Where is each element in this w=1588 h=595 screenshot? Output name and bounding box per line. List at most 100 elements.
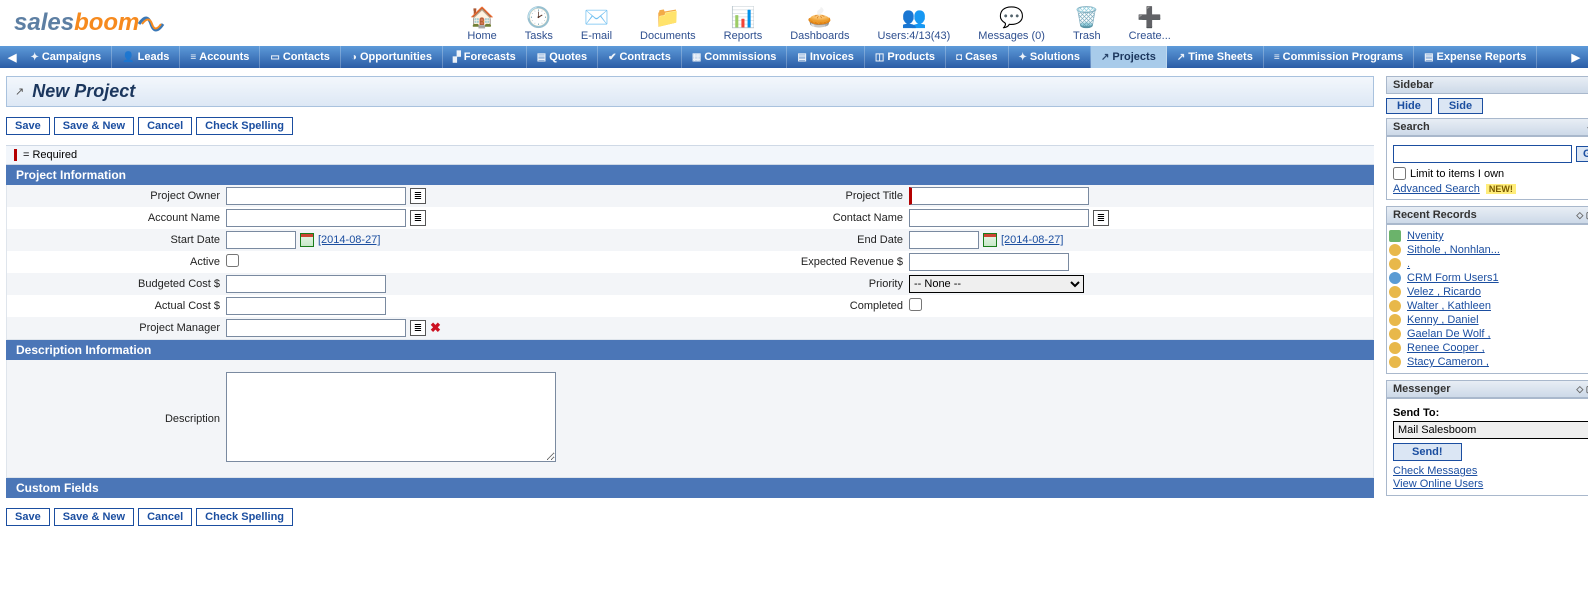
expected-revenue-input[interactable] (909, 253, 1069, 271)
send-button[interactable]: Send! (1393, 443, 1462, 461)
users-icon: 👥 (901, 4, 927, 30)
recent-link[interactable]: Kenny , Daniel (1407, 314, 1479, 326)
products-icon: ◫ (875, 52, 884, 63)
nav-projects[interactable]: ↗Projects (1091, 46, 1167, 68)
check-spelling-button[interactable]: Check Spelling (196, 117, 293, 135)
save-new-button-bottom[interactable]: Save & New (54, 508, 134, 526)
nav-campaigns[interactable]: ✦Campaigns (20, 46, 112, 68)
priority-select[interactable]: -- None -- (909, 275, 1084, 293)
recent-link[interactable]: Velez , Ricardo (1407, 286, 1481, 298)
nav-solutions[interactable]: ✦Solutions (1009, 46, 1092, 68)
check-spelling-button-bottom[interactable]: Check Spelling (196, 508, 293, 526)
recent-link[interactable]: Gaelan De Wolf , (1407, 328, 1491, 340)
save-new-button[interactable]: Save & New (54, 117, 134, 135)
sidebar-tab-side[interactable]: Side (1438, 98, 1483, 114)
recent-link[interactable]: Renee Cooper , (1407, 342, 1485, 354)
nav-opportunities[interactable]: ◑Opportunities (341, 46, 443, 68)
start-date-input[interactable] (226, 231, 296, 249)
contracts-icon: ✔ (608, 52, 616, 63)
tasks-icon: 🕑 (526, 4, 552, 30)
nav-contacts[interactable]: ▭Contacts (260, 46, 341, 68)
page-title-bar: ↗ New Project (6, 76, 1374, 107)
trash-link[interactable]: 🗑️Trash (1073, 4, 1101, 42)
lookup-account-icon[interactable]: ≣ (410, 210, 426, 226)
reports-link[interactable]: 📊Reports (724, 4, 763, 42)
nav-accounts[interactable]: ≡Accounts (180, 46, 260, 68)
search-input[interactable] (1393, 145, 1572, 163)
pie-icon: 🥧 (807, 4, 833, 30)
section-custom-fields: Custom Fields (6, 478, 1374, 498)
project-manager-input[interactable] (226, 319, 406, 337)
messages-label: Messages (0) (978, 30, 1045, 42)
nav-products[interactable]: ◫Products (865, 46, 946, 68)
budgeted-cost-input[interactable] (226, 275, 386, 293)
view-online-users-link[interactable]: View Online Users (1393, 478, 1588, 490)
dashboards-link[interactable]: 🥧Dashboards (790, 4, 849, 42)
nav-expense-reports[interactable]: ▤Expense Reports (1414, 46, 1537, 68)
contact-name-input[interactable] (909, 209, 1089, 227)
forecasts-icon: ▞ (453, 52, 461, 63)
limit-checkbox[interactable] (1393, 167, 1406, 180)
actual-cost-input[interactable] (226, 297, 386, 315)
campaigns-icon: ✦ (30, 52, 38, 63)
nav-timesheets[interactable]: ↗Time Sheets (1167, 46, 1264, 68)
sidebar-recent-controls[interactable]: ◇ ▢ ▢ (1576, 210, 1588, 221)
cancel-button-bottom[interactable]: Cancel (138, 508, 192, 526)
recent-link[interactable]: Sithole , Nonhlan... (1407, 244, 1500, 256)
nav-invoices[interactable]: ▤Invoices (787, 46, 864, 68)
recent-link[interactable]: Nvenity (1407, 230, 1444, 242)
documents-link[interactable]: 📁Documents (640, 4, 696, 42)
nav-leads[interactable]: 👤Leads (112, 46, 180, 68)
cancel-button[interactable]: Cancel (138, 117, 192, 135)
nav-forecasts[interactable]: ▞Forecasts (443, 46, 527, 68)
check-messages-link[interactable]: Check Messages (1393, 465, 1588, 477)
advanced-search-link[interactable]: Advanced Search (1393, 183, 1480, 195)
limit-label: Limit to items I own (1410, 168, 1504, 180)
nav-cases[interactable]: ◘Cases (946, 46, 1008, 68)
recent-link[interactable]: CRM Form Users1 (1407, 272, 1499, 284)
search-go-button[interactable]: Go (1576, 146, 1588, 162)
save-button[interactable]: Save (6, 117, 50, 135)
nav-right-arrow[interactable]: ▶ (1568, 51, 1584, 64)
project-title-input[interactable] (909, 187, 1089, 205)
lookup-manager-icon[interactable]: ≣ (410, 320, 426, 336)
sidebar-recent-head: Recent Records ◇ ▢ ▢ (1386, 206, 1588, 224)
logo[interactable]: salesboom (14, 9, 167, 37)
sidebar-tab-hide[interactable]: Hide (1386, 98, 1432, 114)
start-date-link[interactable]: [2014-08-27] (318, 234, 380, 246)
recent-link[interactable]: Walter , Kathleen (1407, 300, 1491, 312)
nav-left-arrow[interactable]: ◀ (4, 51, 20, 64)
nav-commission-programs[interactable]: ≡Commission Programs (1264, 46, 1414, 68)
sidebar-messenger-title: Messenger (1393, 383, 1450, 395)
send-to-select[interactable]: Mail Salesboom (1393, 421, 1588, 439)
nav-commissions[interactable]: ▦Commissions (682, 46, 788, 68)
email-link[interactable]: ✉️E-mail (581, 4, 612, 42)
completed-checkbox[interactable] (909, 298, 922, 311)
end-date-input[interactable] (909, 231, 979, 249)
start-date-calendar-icon[interactable] (300, 233, 314, 247)
nav-quotes[interactable]: ▤Quotes (527, 46, 598, 68)
lookup-owner-icon[interactable]: ≣ (410, 188, 426, 204)
top-icon-row: 🏠Home 🕑Tasks ✉️E-mail 📁Documents 📊Report… (467, 4, 1170, 42)
description-textarea[interactable] (226, 372, 556, 462)
nav-contracts[interactable]: ✔Contracts (598, 46, 682, 68)
active-checkbox[interactable] (226, 254, 239, 267)
end-date-link[interactable]: [2014-08-27] (1001, 234, 1063, 246)
sidebar-messenger-controls[interactable]: ◇ ▢ ▢ (1576, 384, 1588, 395)
recent-item: Kenny , Daniel (1389, 313, 1588, 327)
tasks-link[interactable]: 🕑Tasks (525, 4, 553, 42)
account-name-input[interactable] (226, 209, 406, 227)
recent-link[interactable]: Stacy Cameron , (1407, 356, 1489, 368)
project-owner-input[interactable] (226, 187, 406, 205)
create-link[interactable]: ➕Create... (1129, 4, 1171, 42)
users-link[interactable]: 👥Users:4/13(43) (878, 4, 951, 42)
required-mark-icon (14, 149, 19, 161)
end-date-calendar-icon[interactable] (983, 233, 997, 247)
save-button-bottom[interactable]: Save (6, 508, 50, 526)
lookup-contact-icon[interactable]: ≣ (1093, 210, 1109, 226)
recent-link[interactable]: . (1407, 258, 1410, 270)
nav-quotes-label: Quotes (549, 51, 587, 63)
clear-manager-icon[interactable]: ✖ (430, 320, 441, 336)
messages-link[interactable]: 💬Messages (0) (978, 4, 1045, 42)
home-link[interactable]: 🏠Home (467, 4, 496, 42)
